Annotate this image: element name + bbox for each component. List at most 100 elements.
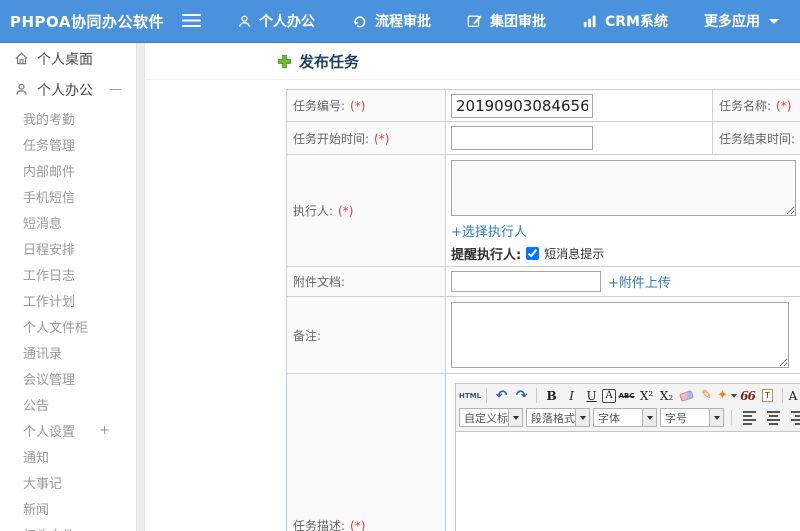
top-nav: 个人办公 流程审批 集团审批 CRM系统 更多应用: [237, 11, 779, 31]
sidebar-item-memorabilia[interactable]: 大事记: [0, 469, 136, 495]
executor-textarea[interactable]: [451, 160, 796, 216]
sidebar-item-notice[interactable]: 通知: [0, 443, 136, 469]
blockquote-button[interactable]: 66: [738, 386, 757, 405]
caret-down-icon: [642, 409, 656, 426]
app-logo: PHPOA协同办公软件: [10, 12, 164, 31]
sidebar-item-label: 工作计划: [23, 294, 76, 310]
nav-item-crm-system[interactable]: CRM系统: [582, 11, 668, 31]
sidebar-item-news[interactable]: 新闻: [0, 495, 136, 521]
remind-executor-label: 提醒执行人:: [451, 248, 522, 263]
nav-item-label: 集团审批: [490, 14, 546, 30]
sidebar-item-personal-settings[interactable]: 个人设置 +: [0, 417, 136, 443]
sms-option-label: 短消息提示: [544, 247, 605, 261]
sidebar-item-personal-desktop[interactable]: 个人桌面: [0, 43, 136, 74]
expand-plus-icon[interactable]: +: [99, 423, 110, 438]
required-mark: (*): [350, 99, 366, 113]
sidebar-item-personal-office[interactable]: 个人办公 —: [0, 74, 136, 105]
underline-button[interactable]: U: [582, 386, 601, 405]
sidebar-item-work-log[interactable]: 工作日志: [0, 261, 136, 287]
remove-format-button[interactable]: [677, 386, 696, 405]
title-band: 发布任务: [145, 43, 800, 80]
sidebar-item-meeting-management[interactable]: 会议管理: [0, 365, 136, 391]
font-box-button[interactable]: A: [602, 388, 617, 403]
nav-item-more-apps[interactable]: 更多应用: [704, 11, 779, 31]
sidebar-menu: 个人桌面个人办公 — 我的考勤任务管理内部邮件 手机短信短消息日程安排 工作日志工作计划…: [0, 43, 137, 531]
user-icon: [14, 82, 29, 97]
sidebar-item-label: 公告: [23, 398, 50, 414]
sidebar-item-label: 会议管理: [23, 372, 76, 388]
sidebar-item-label: 大事记: [23, 476, 63, 492]
hamburger-icon: [182, 12, 201, 31]
bold-button[interactable]: B: [542, 386, 561, 405]
attachment-input[interactable]: [451, 271, 601, 292]
sidebar-item-label: 个人桌面: [37, 51, 93, 68]
form-row-remark: 备注:: [286, 296, 800, 374]
form-row-executor: 执行人: (*) +选择执行人 提醒执行人: 短消息提示: [286, 154, 800, 267]
nav-item-personal-office[interactable]: 个人办公: [237, 11, 315, 31]
sidebar-toggle-button[interactable]: [178, 8, 205, 35]
editor-content-area[interactable]: [456, 431, 800, 531]
strikethrough-button[interactable]: ABC: [617, 386, 636, 405]
page-body: 个人桌面个人办公 — 我的考勤任务管理内部邮件 手机短信短消息日程安排 工作日志工作计划…: [0, 43, 800, 531]
subscript-button[interactable]: X₂: [657, 386, 676, 405]
collapse-minus-icon[interactable]: —: [109, 82, 122, 97]
italic-button[interactable]: I: [562, 386, 581, 405]
sidebar-item-label: 个人文件柜: [23, 320, 89, 336]
main-content: 发布任务 任务编号: (*) 任务名称: (*): [144, 43, 800, 531]
sidebar-item-announcement[interactable]: 公告: [0, 391, 136, 417]
sidebar-item-label: 短消息: [23, 216, 63, 232]
bar-chart-icon: [582, 13, 598, 29]
user-icon: [237, 14, 252, 29]
sidebar-item-schedule[interactable]: 日程安排: [0, 235, 136, 261]
home-icon: [14, 51, 29, 66]
html-source-button[interactable]: HTML: [459, 386, 481, 405]
remark-textarea[interactable]: [451, 302, 789, 368]
redo-button[interactable]: ↷: [512, 386, 531, 405]
sidebar-item-label: 任务管理: [23, 138, 76, 154]
nav-item-workflow-approval[interactable]: 流程审批: [351, 11, 431, 31]
font-size-select[interactable]: 字号: [660, 408, 724, 427]
task-no-input[interactable]: [451, 93, 593, 118]
description-label: 任务描述:: [293, 518, 346, 531]
sidebar-item-personal-file-cabinet[interactable]: 个人文件柜: [0, 313, 136, 339]
required-mark: (*): [338, 204, 354, 218]
sidebar-item-label: 通知: [23, 450, 50, 466]
choose-executor-link[interactable]: +选择执行人: [451, 225, 527, 240]
form-row-task-no: 任务编号: (*) 任务名称: (*): [286, 89, 800, 122]
sidebar-item-task-management[interactable]: 任务管理: [0, 131, 136, 157]
nav-item-label: 个人办公: [259, 14, 315, 30]
paragraph-format-select[interactable]: 段落格式: [526, 408, 590, 427]
toolbar-separator: [781, 388, 783, 403]
attachment-upload-link[interactable]: +附件上传: [608, 272, 671, 291]
align-left-icon[interactable]: [743, 410, 756, 425]
font-color-button[interactable]: A: [788, 386, 800, 405]
start-time-input[interactable]: [451, 126, 593, 150]
nav-item-group-approval[interactable]: 集团审批: [467, 11, 546, 31]
align-right-icon[interactable]: [791, 410, 800, 425]
undo-button[interactable]: ↶: [492, 386, 511, 405]
font-family-select[interactable]: 字体: [593, 408, 657, 427]
caret-down-icon: [730, 393, 737, 398]
sidebar-item-internal-mail[interactable]: 内部邮件: [0, 157, 136, 183]
sidebar-item-short-message[interactable]: 短消息: [0, 209, 136, 235]
paste-plain-button[interactable]: T: [758, 386, 777, 405]
sms-remind-checkbox[interactable]: [526, 247, 540, 260]
task-no-label: 任务编号:: [293, 99, 346, 113]
task-name-label: 任务名称:: [719, 99, 772, 113]
align-center-icon[interactable]: [767, 410, 780, 425]
sidebar-item-contacts[interactable]: 通讯录: [0, 339, 136, 365]
superscript-button[interactable]: X²: [637, 386, 656, 405]
executor-label: 执行人:: [293, 204, 334, 218]
sidebar-item-my-attendance[interactable]: 我的考勤: [0, 105, 136, 131]
format-brush-button[interactable]: ✎: [697, 386, 716, 405]
insert-menu-button[interactable]: ✦: [717, 386, 737, 405]
caret-down-icon: [575, 409, 589, 426]
add-plus-icon: [277, 54, 292, 69]
required-mark: (*): [350, 518, 366, 531]
sidebar-item-mobile-sms[interactable]: 手机短信: [0, 183, 136, 209]
editor-toolbar-row2: 自定义标题 段落格式 字体 字号: [456, 407, 800, 431]
sidebar-item-red-header-doc[interactable]: 红头文件: [0, 521, 136, 531]
custom-title-select[interactable]: 自定义标题: [459, 408, 523, 427]
sidebar-item-work-plan[interactable]: 工作计划: [0, 287, 136, 313]
remark-label: 备注:: [293, 328, 322, 343]
